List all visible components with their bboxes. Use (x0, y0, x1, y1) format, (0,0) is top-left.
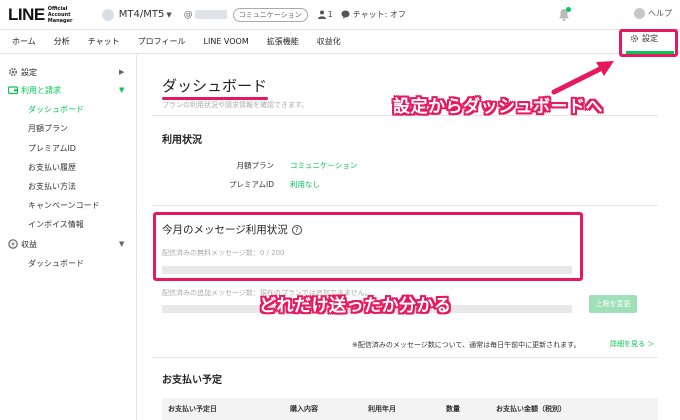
chat-status-label: チャット: オフ (352, 10, 406, 19)
sidebar-item-campaign-code[interactable]: キャンペーンコード (28, 200, 100, 211)
bell-icon[interactable] (558, 7, 571, 22)
payment-schedule-heading: お支払い予定 (162, 375, 222, 386)
nav-extensions[interactable]: 拡張機能 (267, 36, 299, 47)
chevron-down-icon: ▼ (119, 240, 125, 248)
chevron-down-icon: ▼ (119, 86, 125, 94)
nav-analytics[interactable]: 分析 (54, 36, 70, 47)
column-header: お支払い予定日 (168, 405, 217, 413)
account-id-prefix: @ (183, 9, 193, 20)
page-description: プランの利用状況や請求情報を確認できます。 (162, 101, 309, 109)
premium-id-key: プレミアムID (229, 180, 274, 189)
sidebar-item-monthly-plan[interactable]: 月額プラン (28, 123, 68, 134)
annotation-usage: どれだけ送ったか分かる (259, 296, 452, 316)
payment-table-header: お支払い予定日 購入内容 利用年月 数量 お支払い金額（税別） (162, 398, 658, 420)
chat-bubble-icon (341, 10, 350, 19)
plan-key: 月額プラン (236, 161, 275, 170)
notification-dot (566, 7, 571, 12)
divider (152, 357, 658, 358)
logo-main-text: LINE (8, 4, 45, 24)
sidebar-item-invoice-info[interactable]: インボイス情報 (28, 219, 84, 230)
column-header: 購入内容 (290, 405, 318, 413)
page-title: ダッシュボード (162, 77, 268, 95)
sidebar-item-revenue[interactable]: ¥ 収益 ▼ (0, 235, 137, 253)
settings-highlight-box (619, 29, 678, 57)
divider (152, 205, 658, 206)
help-icon (634, 8, 645, 19)
gear-icon (8, 67, 18, 77)
chat-status[interactable]: チャット: オフ (341, 9, 406, 20)
plan-value[interactable]: コミュニケーション (290, 160, 357, 171)
sidebar-item-dashboard[interactable]: ダッシュボード (28, 104, 84, 115)
nav-home[interactable]: ホーム (12, 36, 36, 47)
member-count[interactable]: 1 (317, 10, 333, 19)
update-note: ※配信済みのメッセージ数について、通常は毎日午前中に更新されます。 (352, 341, 581, 349)
sidebar-item-payment-method[interactable]: お支払い方法 (28, 181, 76, 192)
sidebar-item-settings[interactable]: 設定 ▶ (0, 63, 137, 81)
wallet-icon (8, 86, 18, 95)
change-limit-button[interactable]: 上限を変更 (589, 295, 637, 313)
chevron-down-icon[interactable]: ▼ (166, 11, 171, 19)
sidebar-item-label: 収益 (21, 239, 37, 249)
logo-sub-text: Official Account Manager (47, 5, 73, 24)
usage-status-heading: 利用状況 (162, 135, 202, 146)
top-bar: LINE Official Account Manager MT4/MT5 ▼ … (0, 0, 680, 30)
usage-highlight-box (153, 212, 583, 281)
column-header: お支払い金額（税別） (496, 405, 566, 413)
sidebar-item-premium-id[interactable]: プレミアムID (28, 143, 76, 154)
annotation-settings-to-dashboard: 設定からダッシュボードへ (393, 97, 603, 117)
sidebar-item-revenue-dashboard[interactable]: ダッシュボード (28, 258, 84, 269)
member-count-value: 1 (327, 10, 333, 19)
nav-monetization[interactable]: 収益化 (317, 36, 341, 47)
account-name[interactable]: MT4/MT5 (119, 9, 165, 20)
person-icon (317, 10, 326, 19)
nav-profile[interactable]: プロフィール (138, 36, 186, 47)
account-id-redacted (194, 10, 227, 19)
coin-icon: ¥ (8, 239, 18, 249)
sidebar-item-payment-history[interactable]: お支払い履歴 (28, 162, 76, 173)
sidebar-item-label: 設定 (21, 67, 37, 77)
premium-id-value[interactable]: 利用なし (290, 179, 320, 190)
plan-badge: コミュニケーション (232, 7, 308, 22)
help-link[interactable]: ヘルプ (634, 8, 672, 19)
svg-text:¥: ¥ (11, 241, 15, 248)
nav-chat[interactable]: チャット (88, 36, 120, 47)
column-header: 数量 (446, 405, 460, 413)
sidebar-item-billing[interactable]: 利用と請求 ▼ (0, 81, 137, 99)
sidebar: 設定 ▶ 利用と請求 ▼ ダッシュボード 月額プラン プレミアムID お支払い履… (0, 55, 137, 420)
help-label: ヘルプ (648, 9, 672, 18)
column-header: 利用年月 (368, 405, 396, 413)
nav-line-voom[interactable]: LINE VOOM (204, 37, 249, 46)
main-nav: ホーム 分析 チャット プロフィール LINE VOOM 拡張機能 収益化 (0, 30, 680, 54)
account-id: @ (184, 10, 227, 20)
account-avatar[interactable] (101, 8, 114, 21)
sidebar-item-label: 利用と請求 (21, 85, 61, 95)
detail-link[interactable]: 詳細を見る ＞ (610, 339, 654, 349)
chevron-right-icon: ▶ (119, 68, 125, 76)
line-logo[interactable]: LINE Official Account Manager (8, 5, 92, 25)
